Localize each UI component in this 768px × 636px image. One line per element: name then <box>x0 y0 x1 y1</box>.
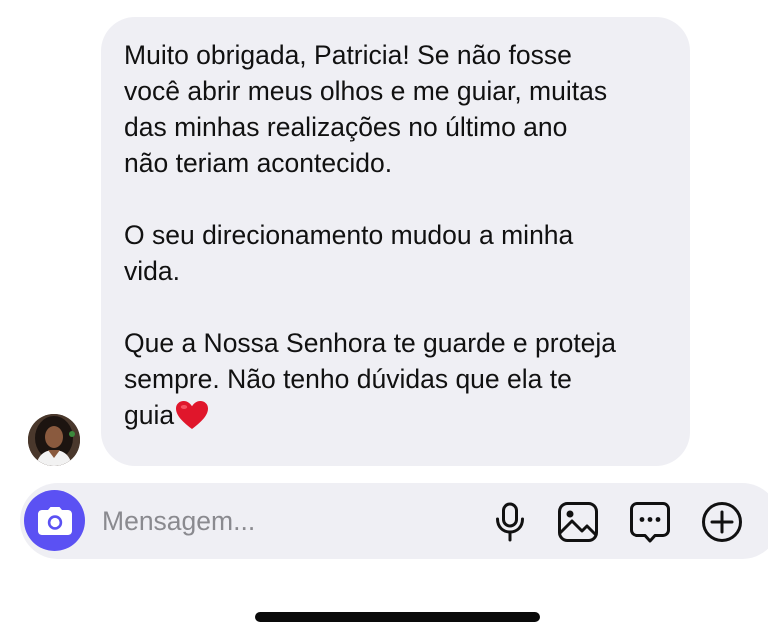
image-icon <box>558 502 598 542</box>
message-paragraph-1: Muito obrigada, Patricia! Se não fosse v… <box>124 40 608 178</box>
profile-photo-icon <box>28 414 80 466</box>
message-paragraph-3: Que a Nossa Senhora te guarde e proteja … <box>124 325 666 439</box>
gallery-button[interactable] <box>555 499 601 545</box>
more-options-button[interactable] <box>699 499 745 545</box>
message-composer: Mensagem... <box>20 483 768 559</box>
microphone-button[interactable] <box>487 499 533 545</box>
message-paragraph-2: O seu direcionamento mudou a minha vida. <box>124 220 574 286</box>
message-input[interactable]: Mensagem... <box>102 505 255 537</box>
sender-avatar[interactable] <box>28 414 80 466</box>
microphone-icon <box>496 502 524 542</box>
camera-button[interactable] <box>24 490 85 551</box>
heart-emoji-icon <box>175 400 209 439</box>
home-indicator[interactable] <box>255 612 540 622</box>
received-message-bubble[interactable]: Muito obrigada, Patricia! Se não fosse v… <box>101 17 690 466</box>
sticker-button[interactable] <box>627 499 673 545</box>
plus-circle-icon <box>702 502 742 542</box>
sticker-icon <box>630 502 670 543</box>
chat-screen: Muito obrigada, Patricia! Se não fosse v… <box>0 0 768 636</box>
camera-icon <box>37 506 72 535</box>
